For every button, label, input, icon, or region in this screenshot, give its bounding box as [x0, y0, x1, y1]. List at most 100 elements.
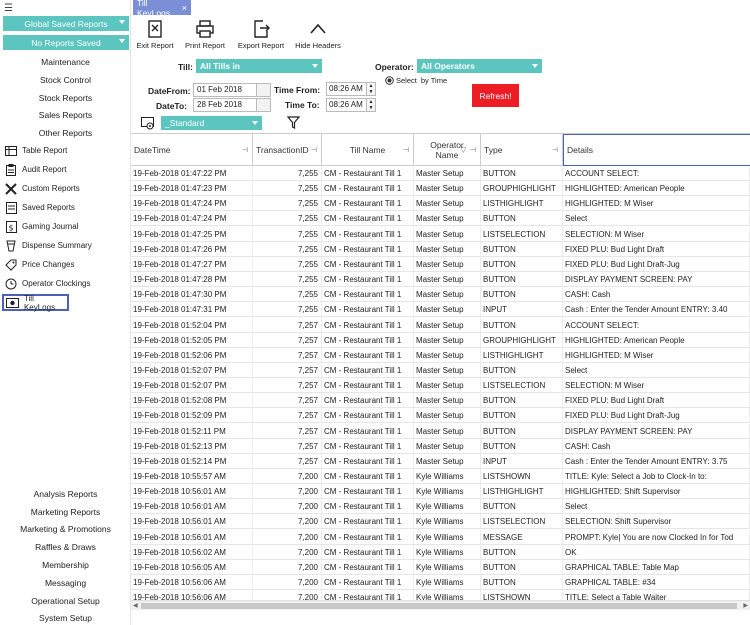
refresh-button[interactable]: Refresh!	[472, 84, 519, 107]
table-row[interactable]: 19-Feb-2018 01:47:27 PM 7,255 CM - Restaur…	[131, 256, 750, 272]
table-row[interactable]: 19-Feb-2018 01:52:06 PM 7,257 CM - Restaur…	[131, 347, 750, 363]
cell-type: BUTTON	[481, 408, 563, 424]
layout-select[interactable]: _Standard	[161, 116, 262, 130]
nav-messaging[interactable]: Messaging	[0, 576, 131, 590]
table-row[interactable]: 19-Feb-2018 01:47:22 PM 7,255 CM - Restaur…	[131, 166, 750, 181]
pin-icon[interactable]: ⊣	[311, 146, 317, 154]
global-saved-reports-dropdown[interactable]: Global Saved Reports	[3, 16, 129, 31]
column-header-details[interactable]: Details	[563, 134, 750, 166]
table-row[interactable]: 19-Feb-2018 01:52:13 PM 7,257 CM - Restaur…	[131, 438, 750, 454]
nav-sales-reports[interactable]: Sales Reports	[0, 108, 131, 122]
table-row[interactable]: 19-Feb-2018 01:47:23 PM 7,255 CM - Restaur…	[131, 181, 750, 197]
table-row[interactable]: 19-Feb-2018 01:52:11 PM 7,257 CM - Restaur…	[131, 423, 750, 439]
table-row[interactable]: 19-Feb-2018 10:56:02 AM 7,200 CM - Restaur…	[131, 544, 750, 560]
column-header-till-name[interactable]: Till Name ⊣	[322, 134, 414, 166]
sidebar-item-audit-report[interactable]: Audit Report	[2, 161, 129, 178]
table-row[interactable]: 19-Feb-2018 10:56:06 AM 7,200 CM - Restaur…	[131, 575, 750, 591]
table-row[interactable]: 19-Feb-2018 01:47:31 PM 7,255 CM - Restaur…	[131, 302, 750, 318]
table-row[interactable]: 19-Feb-2018 10:56:01 AM 7,200 CM - Restaur…	[131, 499, 750, 515]
table-row[interactable]: 19-Feb-2018 10:56:01 AM 7,200 CM - Restaur…	[131, 514, 750, 530]
saved-reports-dropdown[interactable]: No Reports Saved	[3, 35, 129, 50]
table-row[interactable]: 19-Feb-2018 01:47:24 PM 7,255 CM - Restaur…	[131, 211, 750, 227]
spinner-icon[interactable]: ▲ ▼	[366, 83, 375, 95]
sidebar-item-dispense-summary[interactable]: Dispense Summary	[2, 237, 129, 254]
table-row[interactable]: 19-Feb-2018 01:47:24 PM 7,255 CM - Restaur…	[131, 196, 750, 212]
calendar-icon[interactable]	[256, 99, 270, 111]
exit-report-button[interactable]: Exit Report	[136, 20, 174, 50]
nav-analysis-reports[interactable]: Analysis Reports	[0, 487, 131, 501]
table-row[interactable]: 19-Feb-2018 01:47:28 PM 7,255 CM - Restaur…	[131, 272, 750, 288]
cell-details: HIGHLIGHTED: American People	[563, 332, 750, 348]
nav-system-setup[interactable]: System Setup	[0, 611, 131, 625]
table-row[interactable]: 19-Feb-2018 01:52:08 PM 7,257 CM - Restaur…	[131, 393, 750, 409]
filter-icon[interactable]	[286, 116, 301, 131]
table-row[interactable]: 19-Feb-2018 10:56:06 AM 7,200 CM - Restaur…	[131, 590, 750, 600]
operator-select[interactable]: All Operators	[417, 59, 542, 73]
table-row[interactable]: 19-Feb-2018 10:56:01 AM 7,200 CM - Restaur…	[131, 529, 750, 545]
cell-operator-name: Master Setup	[414, 393, 481, 409]
table-row[interactable]: 19-Feb-2018 01:52:07 PM 7,257 CM - Restaur…	[131, 362, 750, 378]
pin-icon[interactable]: ⊣	[242, 146, 248, 154]
nav-other-reports[interactable]: Other Reports	[0, 126, 131, 140]
select-by-time-radio[interactable]: Select by Time	[385, 76, 447, 85]
spinner-icon[interactable]: ▲ ▼	[366, 99, 375, 111]
sidebar-item-saved-reports[interactable]: Saved Reports	[2, 199, 129, 216]
column-header-type[interactable]: Type ⊣	[481, 134, 563, 166]
calendar-icon[interactable]	[256, 84, 270, 96]
nav-raffles-draws[interactable]: Raffles & Draws	[0, 540, 131, 554]
sidebar-item-operator-clockings[interactable]: Operator Clockings	[2, 275, 129, 292]
date-from-field[interactable]: 01 Feb 2018	[193, 83, 271, 97]
nav-marketing-reports[interactable]: Marketing Reports	[0, 505, 131, 519]
table-row[interactable]: 19-Feb-2018 01:47:30 PM 7,255 CM - Restaur…	[131, 287, 750, 303]
scroll-left-icon[interactable]: ◀	[133, 602, 138, 609]
date-to-field[interactable]: 28 Feb 2018	[193, 98, 271, 112]
pin-icon[interactable]: ⊣	[403, 146, 409, 154]
cell-type: BUTTON	[481, 575, 563, 591]
nav-stock-reports[interactable]: Stock Reports	[0, 91, 131, 105]
close-tab-icon[interactable]: ×	[182, 3, 187, 13]
table-row[interactable]: 19-Feb-2018 01:47:25 PM 7,255 CM - Restaur…	[131, 226, 750, 242]
scrollbar-thumb[interactable]	[141, 603, 737, 609]
nav-marketing-promotions[interactable]: Marketing & Promotions	[0, 522, 131, 536]
layout-view-icon[interactable]	[141, 116, 155, 132]
hide-headers-button[interactable]: Hide Headers	[295, 20, 341, 50]
sidebar-item-label: Dispense Summary	[22, 241, 92, 250]
scroll-right-icon[interactable]: ▶	[743, 602, 748, 609]
time-to-field[interactable]: 08:26 AM ▲ ▼	[326, 98, 376, 112]
hamburger-menu-icon[interactable]: ☰	[4, 3, 13, 14]
nav-membership[interactable]: Membership	[0, 558, 131, 572]
horizontal-scrollbar[interactable]: ◀ ▶	[131, 600, 750, 610]
cell-operator-name: Master Setup	[414, 272, 481, 288]
filter-icon[interactable]: ▽	[461, 146, 466, 154]
table-row[interactable]: 19-Feb-2018 01:52:05 PM 7,257 CM - Restaur…	[131, 332, 750, 348]
export-report-button[interactable]: Export Report	[237, 20, 285, 50]
sidebar-item-price-changes[interactable]: Price Changes	[2, 256, 129, 273]
table-row[interactable]: 19-Feb-2018 01:52:09 PM 7,257 CM - Restaur…	[131, 408, 750, 424]
column-header-transactionid[interactable]: TransactionID ⊣	[253, 134, 322, 166]
table-row[interactable]: 19-Feb-2018 01:47:26 PM 7,255 CM - Restaur…	[131, 241, 750, 257]
nav-maintenance[interactable]: Maintenance	[0, 55, 131, 69]
till-select[interactable]: All Tills in	[196, 59, 322, 73]
column-header-datetime[interactable]: DateTime ⊣	[131, 134, 253, 166]
cell-transaction-id: 7,255	[253, 196, 322, 212]
cell-datetime: 19-Feb-2018 10:56:01 AM	[131, 529, 253, 545]
pin-icon[interactable]: ⊣	[552, 146, 558, 154]
table-row[interactable]: 19-Feb-2018 01:52:07 PM 7,257 CM - Restaur…	[131, 378, 750, 394]
nav-operational-setup[interactable]: Operational Setup	[0, 594, 131, 608]
table-row[interactable]: 19-Feb-2018 01:52:04 PM 7,257 CM - Restaur…	[131, 317, 750, 333]
column-header-operator-name[interactable]: Operator Name ▽ ⊣	[414, 134, 481, 166]
pin-icon[interactable]: ⊣	[470, 146, 476, 154]
tab-till-keylogs[interactable]: Till KeyLogs ×	[133, 0, 191, 18]
cell-details: DISPLAY PAYMENT SCREEN: PAY	[563, 423, 750, 439]
sidebar-item-custom-reports[interactable]: Custom Reports	[2, 180, 129, 197]
table-row[interactable]: 19-Feb-2018 10:55:57 AM 7,200 CM - Restaur…	[131, 469, 750, 484]
sidebar-item-gaming-journal[interactable]: $ Gaming Journal	[2, 218, 129, 235]
sidebar-item-till-keylogs[interactable]: Till KeyLogs	[2, 294, 69, 312]
print-report-button[interactable]: Print Report	[184, 20, 226, 50]
table-row[interactable]: 19-Feb-2018 10:56:05 AM 7,200 CM - Restaur…	[131, 559, 750, 575]
sidebar-item-table-report[interactable]: Table Report	[2, 142, 129, 159]
table-row[interactable]: 19-Feb-2018 10:56:01 AM 7,200 CM - Restaur…	[131, 484, 750, 500]
time-from-field[interactable]: 08:26 AM ▲ ▼	[326, 82, 376, 96]
nav-stock-control[interactable]: Stock Control	[0, 73, 131, 87]
table-row[interactable]: 19-Feb-2018 01:52:14 PM 7,257 CM - Restaur…	[131, 453, 750, 469]
